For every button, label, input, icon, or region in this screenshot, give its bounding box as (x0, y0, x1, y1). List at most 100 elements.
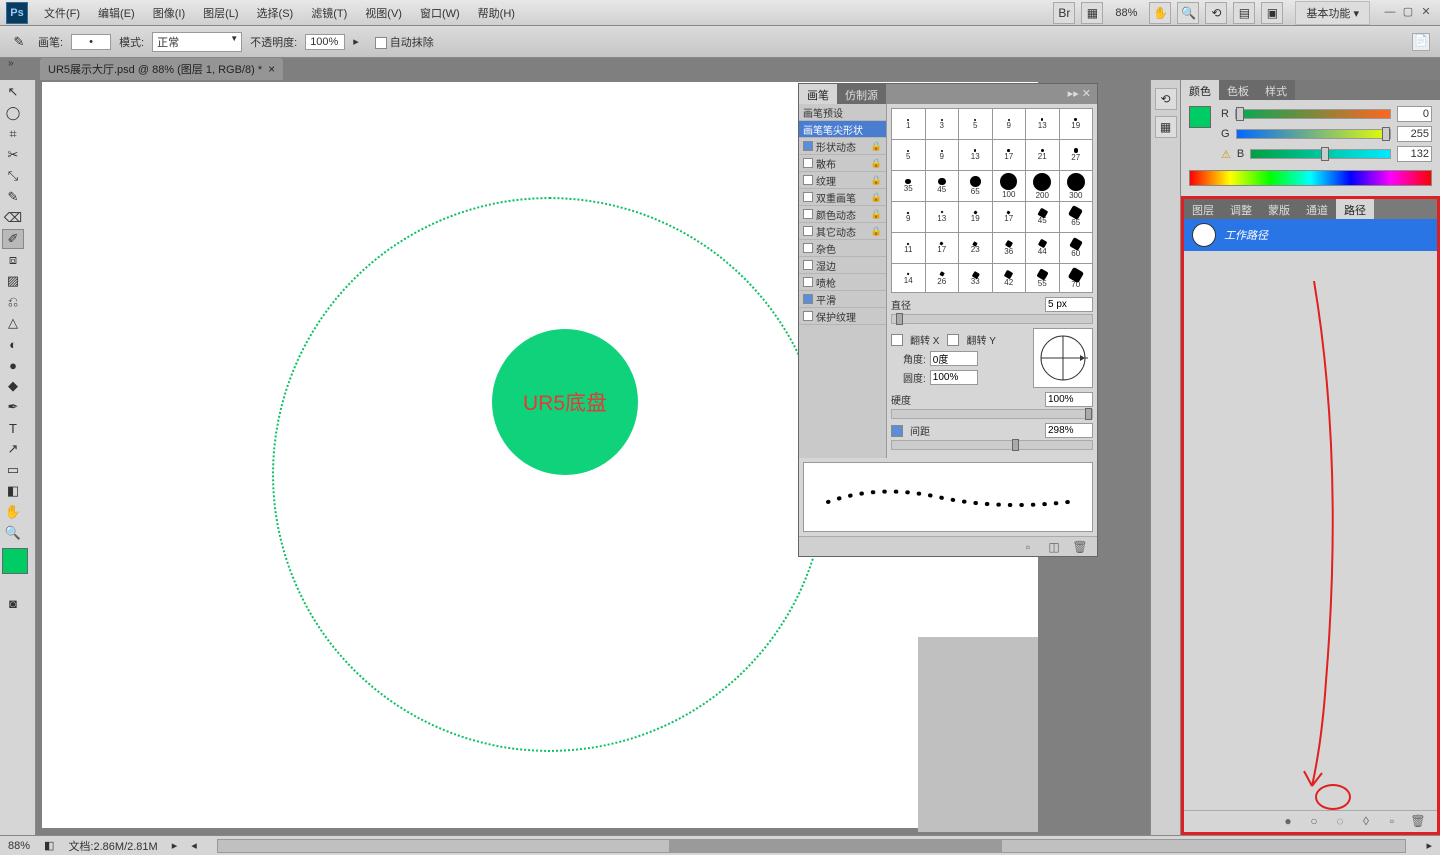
brush-tip-100[interactable]: 100 (993, 171, 1026, 201)
tool-10[interactable]: ⎌ (2, 292, 24, 312)
tool-8[interactable]: ⧈ (2, 250, 24, 270)
tool-21[interactable]: 🔍 (2, 523, 24, 543)
brush-opt-纹理[interactable]: 纹理🔒 (799, 172, 886, 189)
tool-14[interactable]: ◆ (2, 376, 24, 396)
tool-9[interactable]: ▨ (2, 271, 24, 291)
brush-tip-17[interactable]: 17 (993, 202, 1026, 232)
panel-tab-调整[interactable]: 调整 (1222, 199, 1260, 219)
angle-input[interactable] (930, 351, 978, 366)
diameter-slider[interactable] (891, 314, 1093, 324)
document-tab[interactable]: UR5展示大厅.psd @ 88% (图层 1, RGB/8) * × (40, 58, 283, 80)
brush-tip-60[interactable]: 60 (1060, 233, 1093, 263)
arrange-docs-icon[interactable]: ▤ (1233, 2, 1255, 24)
brush-tip-19[interactable]: 19 (959, 202, 992, 232)
menu-图层[interactable]: 图层(L) (195, 1, 246, 25)
brush-tip-17[interactable]: 17 (926, 233, 959, 263)
b-value[interactable]: 132 (1397, 146, 1432, 162)
workspace-switcher[interactable]: 基本功能 ▾ (1295, 1, 1370, 25)
tool-4[interactable]: ⤡ (2, 166, 24, 186)
fill-path-icon[interactable]: ● (1279, 813, 1297, 831)
screen-mode-icon[interactable]: ▦ (1081, 2, 1103, 24)
panel-tab-通道[interactable]: 通道 (1298, 199, 1336, 219)
color-spectrum[interactable] (1189, 170, 1432, 186)
panel-tab-路径[interactable]: 路径 (1336, 199, 1374, 219)
close-button[interactable]: ✕ (1418, 5, 1434, 21)
brush-tip-35[interactable]: 35 (892, 171, 925, 201)
brush-tip-36[interactable]: 36 (993, 233, 1026, 263)
selection-to-path-icon[interactable]: ◊ (1357, 813, 1375, 831)
tool-20[interactable]: ✋ (2, 502, 24, 522)
tool-6[interactable]: ⌫ (2, 208, 24, 228)
tool-12[interactable]: ◐ (2, 334, 24, 354)
brush-tip-33[interactable]: 33 (959, 264, 992, 293)
brush-tip-27[interactable]: 27 (1060, 140, 1093, 170)
menu-窗口[interactable]: 窗口(W) (412, 1, 468, 25)
brush-opt-双重画笔[interactable]: 双重画笔🔒 (799, 189, 886, 206)
tool-16[interactable]: T (2, 418, 24, 438)
brush-opt-湿边[interactable]: 湿边 (799, 257, 886, 274)
tool-18[interactable]: ▭ (2, 460, 24, 480)
brush-tip-13[interactable]: 13 (959, 140, 992, 170)
brush-tip-300[interactable]: 300 (1060, 171, 1093, 201)
brush-tip-5[interactable]: 5 (959, 109, 992, 139)
r-value[interactable]: 0 (1397, 106, 1432, 122)
brush-tip-44[interactable]: 44 (1026, 233, 1059, 263)
brush-opt-杂色[interactable]: 杂色 (799, 240, 886, 257)
path-to-selection-icon[interactable]: ◌ (1331, 813, 1349, 831)
brush-tip-17[interactable]: 17 (993, 140, 1026, 170)
doc-options-icon[interactable]: 📄 (1412, 33, 1430, 51)
new-brush-icon[interactable]: ◫ (1045, 539, 1063, 557)
brush-opt-其它动态[interactable]: 其它动态🔒 (799, 223, 886, 240)
tool-15[interactable]: ✒ (2, 397, 24, 417)
brush-tip-70[interactable]: 70 (1060, 264, 1093, 293)
doc-size-status[interactable]: 文档:2.86M/2.81M (68, 838, 157, 854)
hand-tool-icon[interactable]: ✋ (1149, 2, 1171, 24)
hardness-slider[interactable] (891, 409, 1093, 419)
color-tab-颜色[interactable]: 颜色 (1181, 80, 1219, 100)
tool-2[interactable]: ⌗ (2, 124, 24, 144)
opacity-flyout[interactable]: ▸ (353, 35, 359, 48)
tool-13[interactable]: ● (2, 355, 24, 375)
mode-select[interactable]: 正常 (152, 32, 242, 52)
brush-opt-画笔笔尖形状[interactable]: 画笔笔尖形状 (799, 121, 886, 138)
status-zoom[interactable]: 88% (8, 840, 30, 852)
actions-dock-icon[interactable]: ▦ (1155, 116, 1177, 138)
opacity-input[interactable]: 100% (305, 34, 345, 50)
flip-y-checkbox[interactable] (947, 334, 959, 346)
panel-collapse-icon[interactable]: ▸▸ ✕ (1062, 84, 1097, 104)
history-dock-icon[interactable]: ⟲ (1155, 88, 1177, 110)
brush-tip-200[interactable]: 200 (1026, 171, 1059, 201)
brush-preset-picker[interactable]: • (71, 34, 111, 50)
status-flyout-icon[interactable]: ▸ (172, 839, 178, 852)
zoom-tool-icon[interactable]: 🔍 (1177, 2, 1199, 24)
circle-path[interactable] (272, 197, 827, 752)
brush-tip-23[interactable]: 23 (959, 233, 992, 263)
brush-opt-形状动态[interactable]: 形状动态🔒 (799, 138, 886, 155)
tab-arrange-icon[interactable]: » (8, 58, 14, 69)
panel-tab-图层[interactable]: 图层 (1184, 199, 1222, 219)
tool-0[interactable]: ↖ (2, 82, 24, 102)
spacing-input[interactable] (1045, 423, 1093, 438)
brush-tip-9[interactable]: 9 (892, 202, 925, 232)
auto-erase-checkbox[interactable] (375, 37, 387, 49)
menu-选择[interactable]: 选择(S) (249, 1, 302, 25)
brush-tab-画笔[interactable]: 画笔 (799, 84, 837, 104)
brush-tip-19[interactable]: 19 (1060, 109, 1093, 139)
menu-文件[interactable]: 文件(F) (36, 1, 88, 25)
brush-opt-喷枪[interactable]: 喷枪 (799, 274, 886, 291)
horizontal-scrollbar[interactable] (217, 839, 1407, 853)
r-slider[interactable] (1235, 109, 1391, 119)
tool-19[interactable]: ◧ (2, 481, 24, 501)
spacing-slider[interactable] (891, 440, 1093, 450)
tool-11[interactable]: △ (2, 313, 24, 333)
minimize-button[interactable]: — (1382, 5, 1398, 21)
delete-path-icon[interactable]: 🗑 (1409, 813, 1427, 831)
spacing-checkbox[interactable] (891, 425, 903, 437)
quick-mask-icon[interactable]: ◙ (2, 593, 24, 613)
flip-x-checkbox[interactable] (891, 334, 903, 346)
menu-图像[interactable]: 图像(I) (145, 1, 193, 25)
menu-编辑[interactable]: 编辑(E) (90, 1, 143, 25)
brush-opt-散布[interactable]: 散布🔒 (799, 155, 886, 172)
scroll-right-icon[interactable]: ▸ (1426, 839, 1432, 852)
brush-tip-14[interactable]: 14 (892, 264, 925, 293)
